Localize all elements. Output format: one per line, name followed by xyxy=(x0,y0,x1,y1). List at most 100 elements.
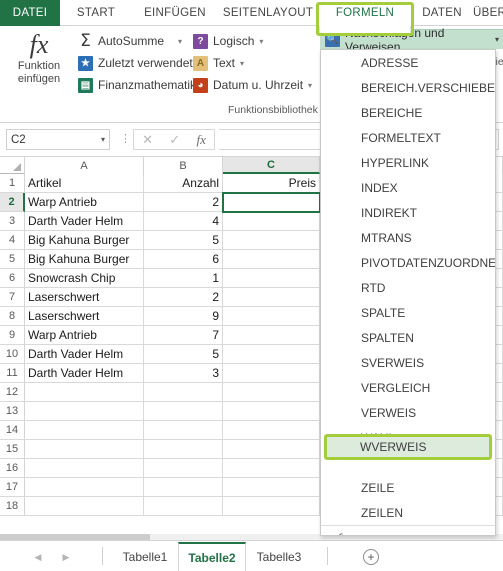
cell-c3[interactable] xyxy=(223,212,320,231)
chevron-down-icon[interactable]: ▾ xyxy=(495,35,499,44)
cell-a1[interactable]: Artikel xyxy=(25,174,144,193)
chevron-down-icon[interactable]: ▾ xyxy=(101,135,105,144)
menu-item-zeilen[interactable]: ZEILEN xyxy=(321,500,495,525)
ribbon-tab-formeln[interactable]: FORMELN xyxy=(319,0,411,26)
row-header-3[interactable]: 3 xyxy=(0,212,25,231)
finanzmathematik-button[interactable]: ▤ Finanzmathematik ▾ xyxy=(78,74,205,96)
cell-c11[interactable] xyxy=(223,364,320,383)
sheet-tab-tabelle3[interactable]: Tabelle3 xyxy=(246,542,312,571)
cell-b1[interactable]: Anzahl xyxy=(144,174,223,193)
menu-item-sverweis[interactable]: SVERWEIS xyxy=(321,350,495,375)
chevron-down-icon[interactable]: ▾ xyxy=(259,37,263,46)
cell-c5[interactable] xyxy=(223,250,320,269)
menu-item-index[interactable]: INDEX xyxy=(321,175,495,200)
add-sheet-button[interactable]: + xyxy=(363,549,379,565)
select-all-corner[interactable] xyxy=(0,157,25,174)
row-header-4[interactable]: 4 xyxy=(0,231,25,250)
insert-function-button[interactable]: fx Funktion einfügen xyxy=(8,30,70,86)
cell-c13[interactable] xyxy=(223,402,320,421)
column-header-a[interactable]: A xyxy=(25,157,144,174)
menu-item-hyperlink[interactable]: HYPERLINK xyxy=(321,150,495,175)
cell-a14[interactable] xyxy=(25,421,144,440)
menu-item-rtd[interactable]: RTD xyxy=(321,275,495,300)
cell-b8[interactable]: 9 xyxy=(144,307,223,326)
menu-item-bereich-verschieben[interactable]: BEREICH.VERSCHIEBEN xyxy=(321,75,495,100)
menu-item-bereiche[interactable]: BEREICHE xyxy=(321,100,495,125)
cell-c1[interactable]: Preis xyxy=(223,174,320,193)
cell-b4[interactable]: 5 xyxy=(144,231,223,250)
row-header-7[interactable]: 7 xyxy=(0,288,25,307)
menu-item-pivotdatenzuordnen[interactable]: PIVOTDATENZUORDNEN xyxy=(321,250,495,275)
insert-function-icon[interactable]: fx xyxy=(196,132,205,148)
chevron-down-icon[interactable]: ▾ xyxy=(240,59,244,68)
menu-item-adresse[interactable]: ADRESSE xyxy=(321,50,495,75)
row-header-2[interactable]: 2 xyxy=(0,193,25,212)
cell-a9[interactable]: Warp Antrieb xyxy=(25,326,144,345)
row-header-8[interactable]: 8 xyxy=(0,307,25,326)
sheet-tab-tabelle2[interactable]: Tabelle2 xyxy=(178,542,246,571)
menu-item-zeile[interactable]: ZEILE xyxy=(321,475,495,500)
cell-c10[interactable] xyxy=(223,345,320,364)
cell-b6[interactable]: 1 xyxy=(144,269,223,288)
cell-a13[interactable] xyxy=(25,402,144,421)
menu-item-formeltext[interactable]: FORMELTEXT xyxy=(321,125,495,150)
cell-b13[interactable] xyxy=(144,402,223,421)
autosumme-button[interactable]: Σ AutoSumme ▾ xyxy=(78,30,205,52)
cell-b17[interactable] xyxy=(144,478,223,497)
cell-a4[interactable]: Big Kahuna Burger xyxy=(25,231,144,250)
cell-c14[interactable] xyxy=(223,421,320,440)
cell-b3[interactable]: 4 xyxy=(144,212,223,231)
cell-b10[interactable]: 5 xyxy=(144,345,223,364)
menu-item-verweis[interactable]: VERWEIS xyxy=(321,400,495,425)
cell-a17[interactable] xyxy=(25,478,144,497)
menu-item-funktion-einfuegen[interactable]: fx Funktion einfügen... xyxy=(321,525,495,535)
cell-b16[interactable] xyxy=(144,459,223,478)
ribbon-tab-datei[interactable]: DATEI xyxy=(0,0,60,26)
ribbon-tab-ueberpruefen[interactable]: ÜBERPRÜFEN xyxy=(473,0,503,26)
row-header-6[interactable]: 6 xyxy=(0,269,25,288)
ribbon-tab-start[interactable]: START xyxy=(60,0,132,26)
row-header-14[interactable]: 14 xyxy=(0,421,25,440)
cancel-icon[interactable]: ✕ xyxy=(142,132,153,148)
column-header-b[interactable]: B xyxy=(144,157,223,174)
cell-c8[interactable] xyxy=(223,307,320,326)
cell-c2[interactable] xyxy=(223,193,320,212)
cell-c17[interactable] xyxy=(223,478,320,497)
cell-c7[interactable] xyxy=(223,288,320,307)
row-header-11[interactable]: 11 xyxy=(0,364,25,383)
datum-uhrzeit-button[interactable]: ◕ Datum u. Uhrzeit ▾ xyxy=(193,74,312,96)
zuletzt-verwendet-button[interactable]: ★ Zuletzt verwendet ▾ xyxy=(78,52,205,74)
chevron-down-icon[interactable]: ▾ xyxy=(308,81,312,90)
row-header-16[interactable]: 16 xyxy=(0,459,25,478)
cell-a8[interactable]: Laserschwert xyxy=(25,307,144,326)
cell-b9[interactable]: 7 xyxy=(144,326,223,345)
text-button[interactable]: A Text ▾ xyxy=(193,52,312,74)
confirm-icon[interactable]: ✓ xyxy=(169,132,180,148)
column-header-c[interactable]: C xyxy=(223,157,320,174)
row-header-9[interactable]: 9 xyxy=(0,326,25,345)
cell-a11[interactable]: Darth Vader Helm xyxy=(25,364,144,383)
ribbon-tab-einfuegen[interactable]: EINFÜGEN xyxy=(132,0,218,26)
row-header-15[interactable]: 15 xyxy=(0,440,25,459)
cell-a12[interactable] xyxy=(25,383,144,402)
cell-b12[interactable] xyxy=(144,383,223,402)
sheet-prev-icon[interactable]: ◀ xyxy=(35,552,42,563)
cell-a18[interactable] xyxy=(25,497,144,516)
row-header-13[interactable]: 13 xyxy=(0,402,25,421)
cell-b5[interactable]: 6 xyxy=(144,250,223,269)
cell-a7[interactable]: Laserschwert xyxy=(25,288,144,307)
cell-a3[interactable]: Darth Vader Helm xyxy=(25,212,144,231)
row-header-5[interactable]: 5 xyxy=(0,250,25,269)
cell-c6[interactable] xyxy=(223,269,320,288)
menu-item-spalten[interactable]: SPALTEN xyxy=(321,325,495,350)
cell-c16[interactable] xyxy=(223,459,320,478)
menu-item-wverweis-label[interactable]: WVERWEIS xyxy=(360,440,426,454)
menu-item-spalte[interactable]: SPALTE xyxy=(321,300,495,325)
sheet-tab-tabelle1[interactable]: Tabelle1 xyxy=(112,542,178,571)
cell-c18[interactable] xyxy=(223,497,320,516)
menu-item-vergleich[interactable]: VERGLEICH xyxy=(321,375,495,400)
row-header-18[interactable]: 18 xyxy=(0,497,25,516)
cell-c9[interactable] xyxy=(223,326,320,345)
ribbon-tab-daten[interactable]: DATEN xyxy=(411,0,473,26)
cell-a2[interactable]: Warp Antrieb xyxy=(25,193,144,212)
